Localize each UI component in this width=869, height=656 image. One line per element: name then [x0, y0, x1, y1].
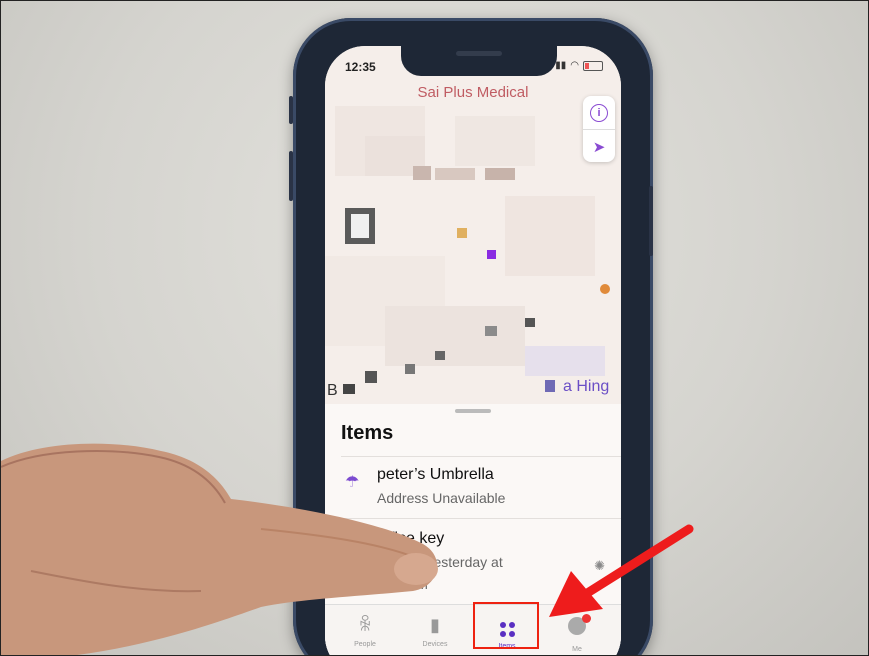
location-arrow-icon: ➤: [592, 138, 606, 156]
phone-speaker: [456, 51, 502, 56]
map-controls: i ➤: [583, 96, 615, 162]
status-time: 12:35: [345, 60, 376, 74]
map-location-button[interactable]: ➤: [583, 129, 615, 163]
map-label-right: a Hing: [563, 378, 610, 395]
info-icon: i: [590, 103, 608, 122]
map-label-left: B: [327, 382, 338, 399]
video-frame: Sai Plus Medical i ➤ a Hing B Items ☂ pe…: [0, 0, 869, 656]
signal-icon: ▮▮: [555, 60, 567, 71]
pointing-hand: [1, 443, 438, 655]
map-info-button[interactable]: i: [583, 96, 615, 129]
wifi-icon: ◠: [570, 60, 579, 71]
battery-icon: [583, 60, 603, 71]
status-icons: ▮▮ ◠: [555, 60, 603, 71]
red-arrow-icon: [549, 524, 694, 617]
highlight-box: [473, 602, 539, 649]
map-view[interactable]: Sai Plus Medical i ➤ a Hing B: [325, 46, 621, 406]
power-button: [649, 186, 653, 256]
silent-switch: [289, 96, 293, 124]
volume-up-button: [289, 151, 293, 201]
map-place-title: Sai Plus Medical: [417, 84, 529, 101]
sheet-grabber[interactable]: [455, 409, 491, 413]
tab-label: Me: [572, 646, 582, 653]
tab-me[interactable]: Me: [547, 614, 607, 655]
